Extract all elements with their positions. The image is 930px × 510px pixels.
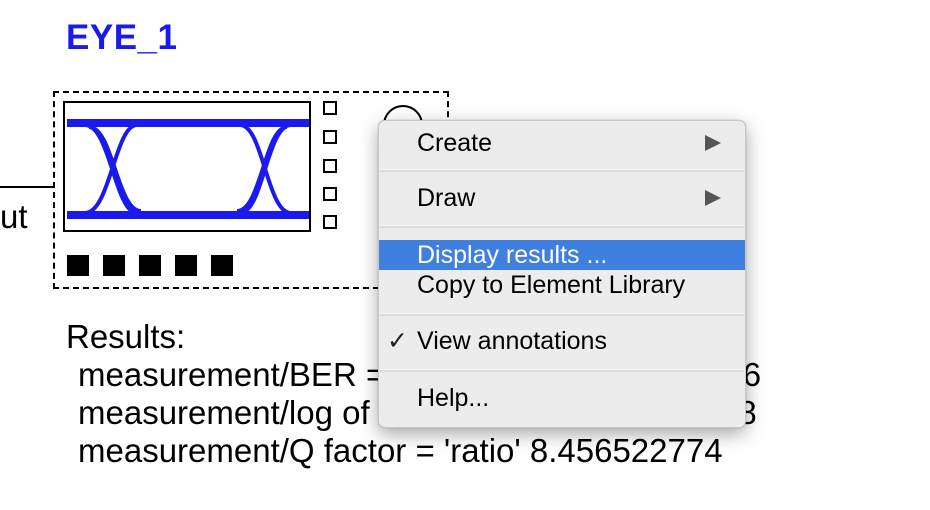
result-q-factor: measurement/Q factor = 'ratio' 8.4565227…: [78, 432, 723, 469]
side-port-2[interactable]: [323, 130, 337, 144]
menu-item-help-label: Help...: [417, 384, 490, 412]
bottom-port-1[interactable]: [67, 255, 89, 276]
menu-item-draw[interactable]: Draw: [379, 183, 745, 213]
submenu-arrow-icon: [705, 190, 721, 206]
context-menu: Create Draw Display results ... Copy to …: [378, 120, 746, 428]
menu-item-view-annotations-label: View annotations: [417, 327, 607, 355]
menu-item-create[interactable]: Create: [379, 128, 745, 158]
eye-diagram-screen: [63, 101, 311, 232]
side-port-5[interactable]: [323, 215, 337, 229]
eye-trace-cross-6: [236, 125, 288, 213]
menu-item-help[interactable]: Help...: [379, 383, 745, 413]
side-port-4[interactable]: [323, 187, 337, 201]
eye-pattern-graphic: [67, 119, 309, 219]
bottom-port-3[interactable]: [139, 255, 161, 276]
bottom-port-2[interactable]: [103, 255, 125, 276]
menu-separator: [380, 225, 744, 228]
menu-item-draw-label: Draw: [417, 184, 476, 212]
menu-item-display-results[interactable]: Display results ...: [379, 240, 745, 270]
eye-trace-cross-5: [88, 125, 142, 213]
side-port-1[interactable]: [323, 101, 337, 115]
block-title: EYE_1: [66, 18, 178, 57]
bottom-port-5[interactable]: [211, 255, 233, 276]
menu-separator: [380, 369, 744, 372]
menu-separator: [380, 313, 744, 316]
menu-item-display-results-label: Display results ...: [417, 241, 608, 269]
submenu-arrow-icon: [705, 135, 721, 151]
eye-trace-cross-4: [239, 123, 292, 215]
input-wire: [0, 186, 56, 188]
side-port-3[interactable]: [323, 159, 337, 173]
checkmark-icon: ✓: [387, 327, 408, 355]
menu-item-create-label: Create: [417, 129, 493, 157]
menu-item-copy-to-library[interactable]: Copy to Element Library: [379, 270, 745, 300]
port-label: ut: [0, 198, 28, 235]
menu-item-copy-label: Copy to Element Library: [417, 271, 686, 299]
menu-item-view-annotations[interactable]: ✓ View annotations: [379, 326, 745, 356]
bottom-port-4[interactable]: [175, 255, 197, 276]
menu-separator: [380, 169, 744, 172]
